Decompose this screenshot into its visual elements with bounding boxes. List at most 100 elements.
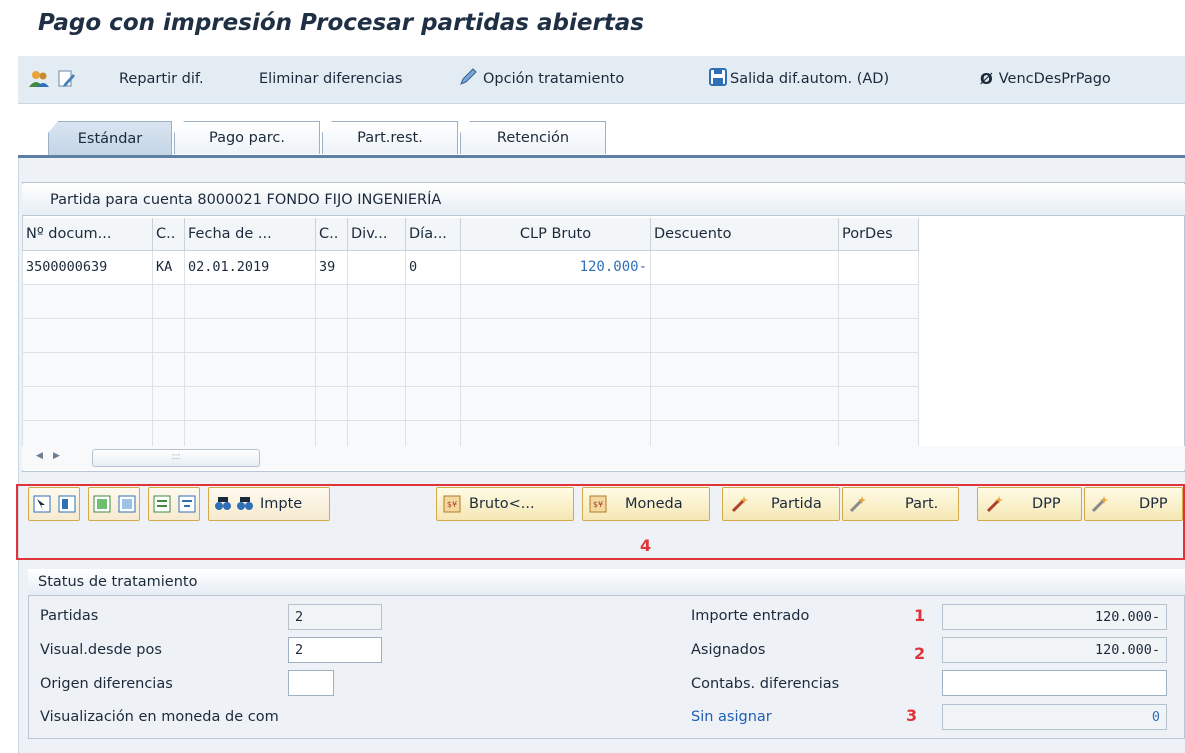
page-title: Pago con impresión Procesar partidas abi… [38,10,644,36]
visual-desde-input[interactable]: 2 [288,637,382,663]
magic-wand-off-icon [849,495,867,513]
sin-asignar-label: Sin asignar [691,709,772,725]
salida-dif-label: Salida dif.autom. (AD) [730,71,890,87]
cell-clp-bruto[interactable]: 120.000- [460,249,651,285]
annotation-marker-2: 2 [914,644,926,663]
cell-fecha[interactable]: 02.01.2019 [184,249,316,285]
scroll-left-icon[interactable]: ◀ [36,451,43,461]
annotation-marker-3: 3 [906,706,918,725]
activate-icon [93,495,111,513]
asignados-field: 120.000- [942,637,1167,663]
table-row[interactable]: 3500000639 KA 02.01.2019 39 0 120.000- [22,249,919,285]
svg-text:$¥: $¥ [447,500,457,509]
partidas-label: Partidas [40,608,99,624]
save-icon [708,67,728,91]
annotation-marker-1: 1 [914,606,926,625]
repartir-button[interactable]: Repartir dif. [119,66,204,92]
origen-diferencias-label: Origen diferencias [40,676,173,692]
find-icon [214,495,232,513]
null-icon: Ø [980,70,993,88]
tab-retencion[interactable]: Retención [460,121,606,154]
tab-estandar[interactable]: Estándar [48,121,172,155]
cell-descuento-input[interactable] [650,249,839,285]
impte-label: Impte [260,496,303,512]
cell-documento[interactable]: 3500000639 [22,249,153,285]
grid-button-toolbar: Impte $¥ Bruto<... $¥ Moneda Partida Par… [22,487,1185,525]
bruto-button[interactable]: $¥ Bruto<... [436,487,574,521]
calculator-icon: $¥ [443,495,461,513]
sort-button[interactable] [148,487,200,521]
contabs-diferencias-label: Contabs. diferencias [691,676,840,692]
eliminar-diferencias-button[interactable]: Eliminar diferencias [259,66,402,92]
col-header-documento[interactable]: Nº docum... [22,218,153,251]
dpp-button-1[interactable]: DPP [977,487,1082,521]
venc-des-label: VencDesPrPago [998,71,1111,87]
importe-entrado-field: 120.000- [942,604,1167,630]
col-header-pordes[interactable]: PorDes [838,218,919,251]
filter-icon [178,495,196,513]
col-header-fecha[interactable]: Fecha de ... [184,218,316,251]
table-row [22,283,919,319]
magic-wand-icon [731,495,749,513]
tab-strip: Estándar Pago parc. Part.rest. Retención [18,118,1185,158]
col-header-division[interactable]: Div... [347,218,406,251]
contabs-diferencias-input[interactable] [942,670,1167,696]
status-title: Status de tratamiento [28,569,1185,596]
magic-wand-off-icon [1091,495,1109,513]
col-header-clp-bruto[interactable]: CLP Bruto [460,218,651,251]
table-row [22,317,919,353]
moneda-button[interactable]: $¥ Moneda [582,487,710,521]
table-row [22,385,919,421]
dpp-button-2[interactable]: DPP [1084,487,1183,521]
find-impte-button[interactable]: Impte [208,487,330,521]
grid-caption: Partida para cuenta 8000021 FONDO FIJO I… [22,184,1185,216]
table-row [22,351,919,387]
moneda-com-label: Visualización en moneda de com [40,709,279,725]
venc-des-button[interactable]: Ø VencDesPrPago [980,66,1111,92]
deselect-all-icon [58,495,76,513]
cell-clave[interactable]: 39 [315,249,348,285]
sin-asignar-field: 0 [942,704,1167,730]
visual-desde-label: Visual.desde pos [40,642,162,658]
cell-pordes-input[interactable] [838,249,919,285]
pencil-icon [459,68,479,90]
dpp-label-1: DPP [1032,496,1061,512]
col-header-clase[interactable]: C.. [152,218,185,251]
tab-pago-parc[interactable]: Pago parc. [174,121,320,154]
asignados-label: Asignados [691,642,766,658]
partida-button[interactable]: Partida [722,487,840,521]
edit-document-icon[interactable] [56,66,76,92]
scroll-thumb[interactable]: ::: [92,449,260,467]
svg-text:$¥: $¥ [593,500,603,509]
activate-items-button[interactable] [88,487,140,521]
partida-label: Partida [771,496,822,512]
users-icon[interactable] [28,66,50,92]
col-header-dias[interactable]: Día... [405,218,461,251]
deactivate-icon [118,495,136,513]
partidas-field: 2 [288,604,382,630]
select-all-button[interactable] [28,487,80,521]
origen-diferencias-input[interactable] [288,670,334,696]
sort-ascending-icon [153,495,171,513]
moneda-label: Moneda [625,496,683,512]
currency-icon: $¥ [589,495,607,513]
col-header-clave[interactable]: C.. [315,218,348,251]
open-items-grid: Nº docum... C.. Fecha de ... C.. Div... … [22,218,920,455]
col-header-descuento[interactable]: Descuento [650,218,839,251]
magic-wand-icon [986,495,1004,513]
cell-division[interactable] [347,249,406,285]
bruto-label: Bruto<... [469,496,535,512]
select-all-icon [33,495,51,513]
salida-dif-button[interactable]: Salida dif.autom. (AD) [708,66,889,92]
importe-entrado-label: Importe entrado [691,608,810,624]
find-next-icon [236,495,254,513]
cell-dias[interactable]: 0 [405,249,461,285]
part-label: Part. [905,496,939,512]
cell-clase[interactable]: KA [152,249,185,285]
tab-part-rest[interactable]: Part.rest. [322,121,458,154]
application-toolbar: Repartir dif. Eliminar diferencias Opció… [18,56,1185,104]
opcion-tratamiento-button[interactable]: Opción tratamiento [459,66,624,92]
part-button[interactable]: Part. [842,487,959,521]
opcion-tratamiento-label: Opción tratamiento [483,71,625,87]
scroll-right-icon[interactable]: ▶ [53,451,60,461]
